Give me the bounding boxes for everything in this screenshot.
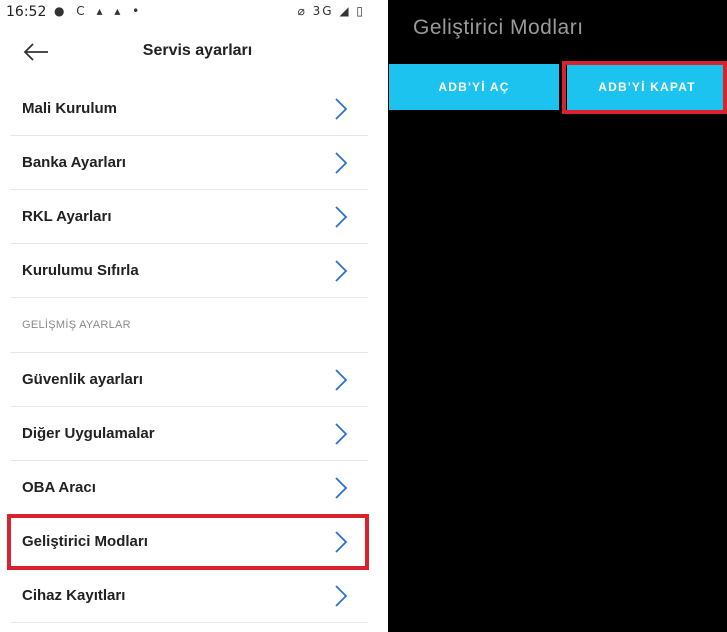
page-title: Servis ayarları — [142, 42, 253, 59]
menu-item-cihaz-kayitlari[interactable]: Cihaz Kayıtları — [10, 569, 368, 623]
menu-item-kurulumu-sifirla[interactable]: Kurulumu Sıfırla — [10, 244, 368, 298]
menu-item-label: Güvenlik ayarları — [22, 371, 143, 388]
menu-item-label: Mali Kurulum — [22, 100, 118, 117]
panel-divider — [375, 0, 388, 632]
menu-item-gelistirici-modlari[interactable]: Geliştirici Modları — [10, 515, 368, 569]
menu-item-diger-uygulamalar[interactable]: Diğer Uygulamalar — [10, 407, 368, 461]
chevron-right-icon — [335, 260, 348, 282]
menu-item-oba-araci[interactable]: OBA Aracı — [10, 461, 368, 515]
chevron-right-icon — [335, 98, 348, 120]
chevron-right-icon — [335, 585, 348, 607]
service-settings-screen: 16:52 ● C ▴ ▴ • ⌀ 3G ◢ ▯ Servis ayarları… — [0, 0, 375, 632]
menu-item-guvenlik-ayarlari[interactable]: Güvenlik ayarları — [10, 353, 368, 407]
chevron-right-icon — [335, 423, 348, 445]
status-bar: 16:52 ● C ▴ ▴ • ⌀ 3G ◢ ▯ — [0, 0, 375, 28]
status-time: 16:52 — [6, 4, 47, 20]
chevron-right-icon — [335, 369, 348, 391]
menu-item-label: Banka Ayarları — [22, 154, 126, 171]
chevron-right-icon — [335, 477, 348, 499]
menu-item-label: RKL Ayarları — [22, 208, 112, 225]
menu-item-banka-ayarlari[interactable]: Banka Ayarları — [10, 136, 368, 190]
menu-item-label: Kurulumu Sıfırla — [22, 262, 139, 279]
notification-icons: ● C ▴ ▴ • — [54, 4, 144, 18]
page-title: Geliştirici Modları — [413, 16, 584, 39]
chevron-right-icon — [335, 206, 348, 228]
chevron-right-icon — [335, 152, 348, 174]
menu-item-label: Cihaz Kayıtları — [22, 587, 126, 604]
section-label: GELİŞMİŞ AYARLAR — [22, 319, 131, 331]
section-header-advanced: GELİŞMİŞ AYARLAR — [10, 298, 368, 353]
chevron-right-icon — [335, 531, 348, 553]
menu-item-label: OBA Aracı — [22, 479, 96, 496]
menu-item-mali-kurulum[interactable]: Mali Kurulum — [10, 82, 368, 136]
menu-item-label: Geliştirici Modları — [22, 533, 148, 550]
app-header: Servis ayarları — [0, 28, 375, 76]
open-adb-button[interactable]: ADB'Yİ AÇ — [389, 64, 559, 110]
developer-modes-screen: Geliştirici Modları ADB'Yİ AÇ ADB'Yİ KAP… — [388, 0, 727, 632]
close-adb-button[interactable]: ADB'Yİ KAPAT — [567, 64, 727, 110]
menu-item-label: Diğer Uygulamalar — [22, 425, 155, 442]
signal-battery-icons: ⌀ 3G ◢ ▯ — [297, 4, 365, 18]
settings-list: Mali Kurulum Banka Ayarları RKL Ayarları… — [10, 82, 368, 623]
menu-item-rkl-ayarlari[interactable]: RKL Ayarları — [10, 190, 368, 244]
